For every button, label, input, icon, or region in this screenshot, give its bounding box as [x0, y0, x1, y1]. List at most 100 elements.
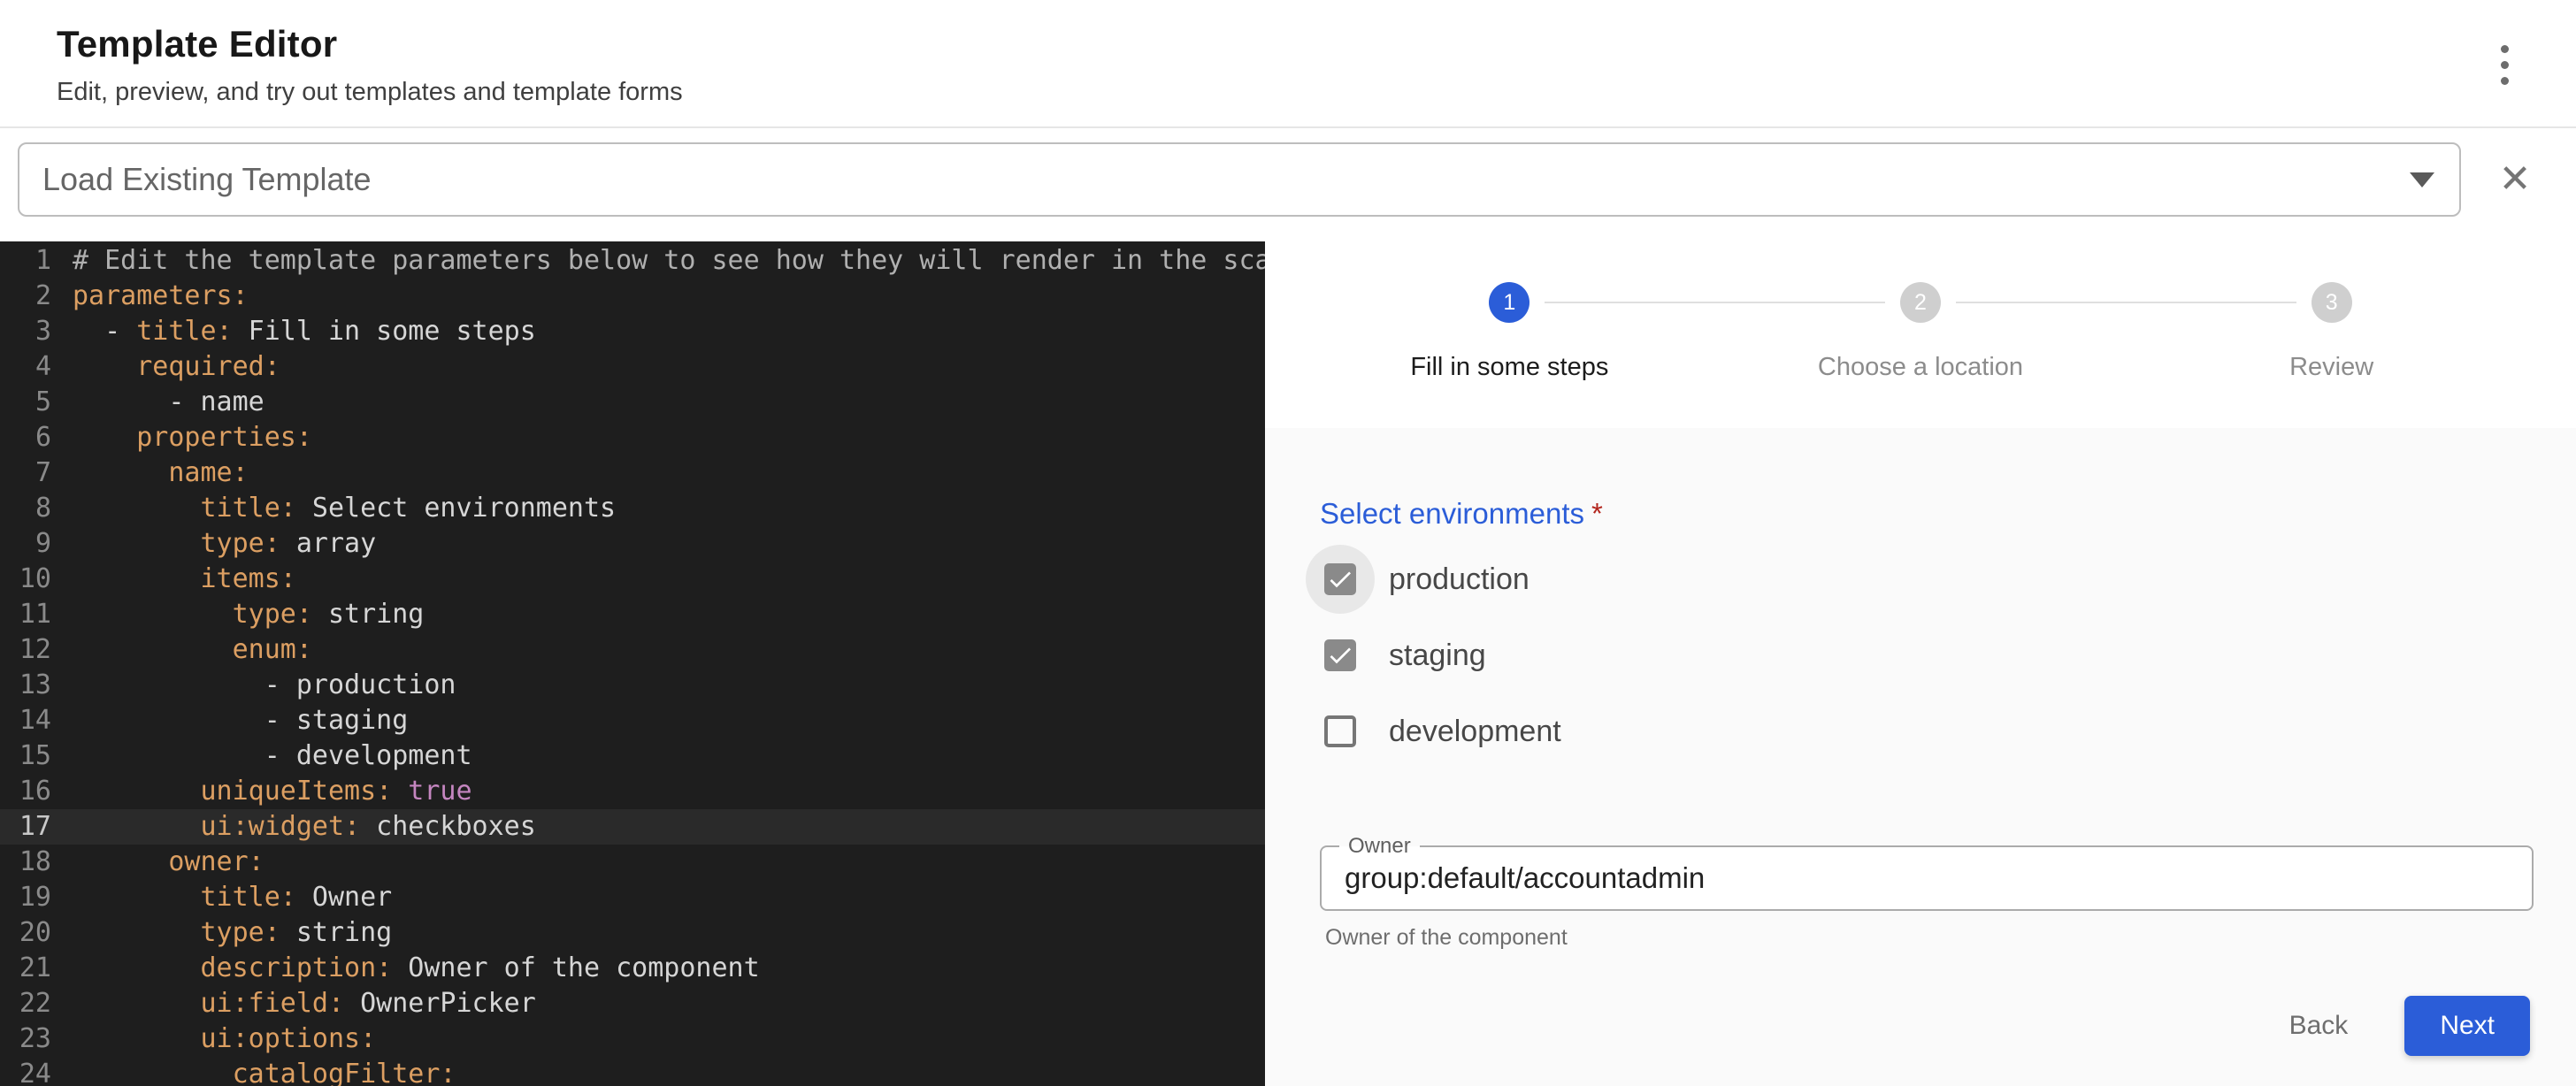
checkbox-unchecked-icon[interactable] [1324, 715, 1356, 747]
line-number: 16 [0, 774, 51, 809]
line-number: 7 [0, 455, 51, 491]
code-text: - name [51, 385, 264, 420]
code-line[interactable]: 7 name: [0, 455, 1265, 491]
checkbox-checked-icon[interactable] [1324, 563, 1356, 595]
line-number: 1 [0, 243, 51, 279]
code-text: items: [51, 562, 296, 597]
code-line[interactable]: 11 type: string [0, 597, 1265, 632]
line-number: 4 [0, 349, 51, 385]
code-text: uniqueItems: true [51, 774, 472, 809]
line-number: 21 [0, 951, 51, 986]
code-line[interactable]: 14 - staging [0, 703, 1265, 738]
code-line[interactable]: 2parameters: [0, 279, 1265, 314]
line-number: 22 [0, 986, 51, 1021]
code-text: type: string [51, 915, 392, 951]
checkbox-ripple [1306, 545, 1375, 614]
code-text: title: Select environments [51, 491, 616, 526]
owner-helper-text: Owner of the component [1320, 925, 2534, 951]
line-number: 18 [0, 845, 51, 880]
line-number: 13 [0, 668, 51, 703]
code-line[interactable]: 22 ui:field: OwnerPicker [0, 986, 1265, 1021]
checkbox-row-development[interactable]: development [1306, 693, 2534, 769]
checkbox-row-staging[interactable]: staging [1306, 617, 2534, 693]
select-environments-label: Select environments [1320, 497, 1584, 530]
code-line[interactable]: 6 properties: [0, 420, 1265, 455]
code-text: catalogFilter: [51, 1057, 456, 1086]
step-label: Fill in some steps [1410, 353, 1608, 382]
code-text: - production [51, 668, 456, 703]
step-circle-icon: 1 [1489, 282, 1530, 323]
line-number: 14 [0, 703, 51, 738]
step-label: Choose a location [1818, 353, 2023, 382]
code-line[interactable]: 4 required: [0, 349, 1265, 385]
template-picker-row: Load Existing Template ✕ [0, 128, 2576, 241]
line-number: 3 [0, 314, 51, 349]
load-template-select[interactable]: Load Existing Template [18, 142, 2461, 217]
checkbox-label: production [1389, 562, 1530, 597]
line-number: 20 [0, 915, 51, 951]
form-preview-pane: 1 Fill in some steps 2Choose a location 3 Re… [1265, 241, 2576, 1086]
group-label-row: Select environments* [1320, 497, 2534, 531]
code-editor[interactable]: 1# Edit the template parameters below to… [0, 241, 1265, 1086]
code-line[interactable]: 20 type: string [0, 915, 1265, 951]
owner-input[interactable] [1322, 847, 2532, 909]
line-number: 8 [0, 491, 51, 526]
code-line[interactable]: 8 title: Select environments [0, 491, 1265, 526]
code-line[interactable]: 10 items: [0, 562, 1265, 597]
code-line[interactable]: 19 title: Owner [0, 880, 1265, 915]
kebab-menu-icon [2501, 45, 2509, 85]
code-text: owner: [51, 845, 264, 880]
stepper-step: 2Choose a location [1715, 282, 2127, 382]
code-text: type: array [51, 526, 376, 562]
step-circle-icon: 3 [2312, 282, 2352, 323]
code-line[interactable]: 3 - title: Fill in some steps [0, 314, 1265, 349]
code-line[interactable]: 12 enum: [0, 632, 1265, 668]
form-actions: Back Next [1320, 960, 2534, 1072]
line-number: 5 [0, 385, 51, 420]
line-number: 24 [0, 1057, 51, 1086]
more-options-button[interactable] [2483, 33, 2526, 97]
code-line[interactable]: 13 - production [0, 668, 1265, 703]
page-title: Template Editor [57, 23, 683, 65]
line-number: 12 [0, 632, 51, 668]
load-template-placeholder: Load Existing Template [42, 161, 372, 198]
checkbox-group: productionstagingdevelopment [1320, 541, 2534, 769]
checkbox-ripple [1306, 621, 1375, 690]
close-button[interactable]: ✕ [2475, 142, 2555, 217]
code-text: required: [51, 349, 280, 385]
code-line[interactable]: 21 description: Owner of the component [0, 951, 1265, 986]
code-text: name: [51, 455, 249, 491]
code-line[interactable]: 5 - name [0, 385, 1265, 420]
code-line[interactable]: 18 owner: [0, 845, 1265, 880]
code-lines: 1# Edit the template parameters below to… [0, 243, 1265, 1086]
code-text: - title: Fill in some steps [51, 314, 536, 349]
page-subtitle: Edit, preview, and try out templates and… [57, 78, 683, 107]
code-text: type: string [51, 597, 424, 632]
step-label: Review [2289, 353, 2373, 382]
code-text: # Edit the template parameters below to … [51, 243, 1265, 279]
code-text: ui:widget: checkboxes [51, 809, 536, 845]
code-line[interactable]: 15 - development [0, 738, 1265, 774]
code-text: enum: [51, 632, 312, 668]
owner-field: Owner [1320, 845, 2534, 911]
code-text: description: Owner of the component [51, 951, 760, 986]
code-text: - development [51, 738, 472, 774]
code-line[interactable]: 23 ui:options: [0, 1021, 1265, 1057]
owner-field-label: Owner [1339, 833, 1420, 860]
line-number: 10 [0, 562, 51, 597]
code-text: properties: [51, 420, 312, 455]
checkbox-row-production[interactable]: production [1306, 541, 2534, 617]
header: Template Editor Edit, preview, and try o… [0, 0, 2576, 128]
code-line[interactable]: 24 catalogFilter: [0, 1057, 1265, 1086]
line-number: 19 [0, 880, 51, 915]
code-text: ui:field: OwnerPicker [51, 986, 536, 1021]
line-number: 17 [0, 809, 51, 845]
code-text: parameters: [51, 279, 249, 314]
code-line[interactable]: 16 uniqueItems: true [0, 774, 1265, 809]
code-line[interactable]: 17 ui:widget: checkboxes [0, 809, 1265, 845]
next-button[interactable]: Next [2404, 996, 2530, 1056]
checkbox-checked-icon[interactable] [1324, 639, 1356, 671]
code-line[interactable]: 1# Edit the template parameters below to… [0, 243, 1265, 279]
back-button[interactable]: Back [2272, 997, 2366, 1055]
code-line[interactable]: 9 type: array [0, 526, 1265, 562]
